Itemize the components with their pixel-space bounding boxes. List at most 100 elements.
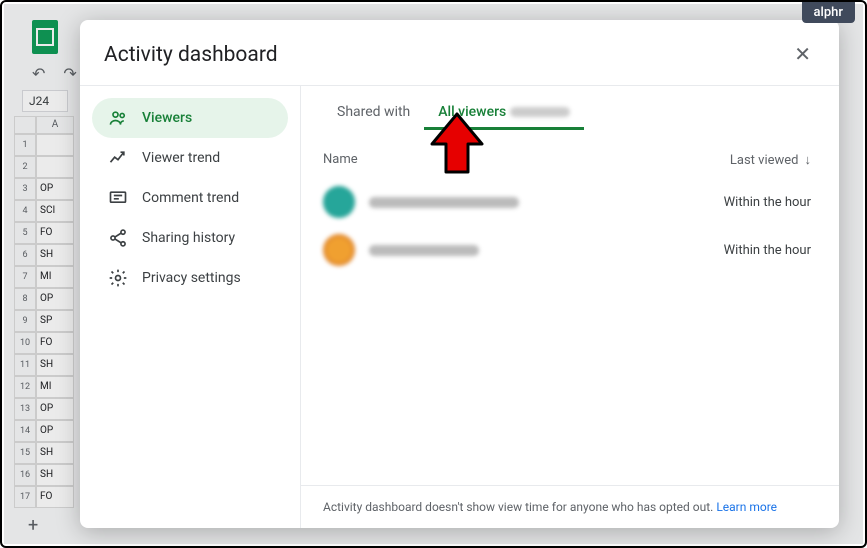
row-header[interactable]: 15 — [14, 442, 36, 464]
dialog-main: Shared with All viewers Name Last viewed… — [300, 86, 839, 528]
sidebar-item-sharing-history[interactable]: Sharing history — [92, 218, 288, 258]
row-header[interactable]: 2 — [14, 156, 36, 178]
row-header[interactable]: 12 — [14, 376, 36, 398]
redo-icon[interactable]: ↷ — [63, 64, 76, 83]
comment-icon — [108, 188, 128, 208]
row-header[interactable]: 11 — [14, 354, 36, 376]
sheet-row: 17FO — [14, 486, 74, 508]
sheet-row: 1 — [14, 134, 74, 156]
column-name-header[interactable]: Name — [323, 152, 730, 168]
cell[interactable]: SCI — [36, 200, 74, 222]
row-header[interactable]: 1 — [14, 134, 36, 156]
viewer-last-viewed: Within the hour — [724, 195, 811, 210]
row-header[interactable]: 9 — [14, 310, 36, 332]
spreadsheet-grid: A 123OP4SCI5FO6SH7MI8OP9SP10FO11SH12MI13… — [14, 116, 74, 508]
trend-icon — [108, 148, 128, 168]
cell[interactable]: OP — [36, 178, 74, 200]
sidebar-label: Viewers — [142, 110, 192, 126]
tab-all-viewers[interactable]: All viewers — [424, 96, 584, 130]
sheet-row: 3OP — [14, 178, 74, 200]
viewers-table-header: Name Last viewed ↓ — [301, 130, 839, 178]
redacted-text — [369, 245, 479, 256]
cell[interactable]: MI — [36, 376, 74, 398]
people-icon — [108, 108, 128, 128]
row-header[interactable]: 13 — [14, 398, 36, 420]
row-header[interactable]: 6 — [14, 244, 36, 266]
sheet-row: 14OP — [14, 420, 74, 442]
cell[interactable]: MI — [36, 266, 74, 288]
close-button[interactable]: ✕ — [790, 38, 815, 71]
watermark-badge: alphr — [802, 2, 855, 23]
redacted-text — [369, 197, 519, 208]
cell[interactable]: FO — [36, 222, 74, 244]
undo-icon[interactable]: ↶ — [32, 64, 45, 83]
avatar — [323, 234, 355, 266]
row-header[interactable]: 14 — [14, 420, 36, 442]
toolbar: ↶ ↷ — [32, 64, 77, 83]
sheet-row: 4SCI — [14, 200, 74, 222]
cell[interactable]: OP — [36, 288, 74, 310]
dialog-title: Activity dashboard — [104, 43, 278, 67]
cell[interactable]: OP — [36, 398, 74, 420]
sidebar-item-viewers[interactable]: Viewers — [92, 98, 288, 138]
viewer-name — [369, 197, 724, 208]
row-header[interactable]: 16 — [14, 464, 36, 486]
sidebar-label: Viewer trend — [142, 150, 220, 166]
tab-label: All viewers — [438, 104, 506, 120]
learn-more-link[interactable]: Learn more — [716, 500, 777, 514]
sheet-row: 16SH — [14, 464, 74, 486]
sheet-row: 9SP — [14, 310, 74, 332]
cell[interactable]: FO — [36, 486, 74, 508]
sheet-row: 11SH — [14, 354, 74, 376]
row-header[interactable]: 3 — [14, 178, 36, 200]
viewer-name — [369, 245, 724, 256]
share-icon — [108, 228, 128, 248]
sidebar-label: Comment trend — [142, 190, 239, 206]
column-label: Last viewed — [730, 153, 799, 168]
sidebar-label: Sharing history — [142, 230, 235, 246]
row-header[interactable]: 5 — [14, 222, 36, 244]
add-sheet-button[interactable]: + — [28, 515, 38, 536]
footer-text: Activity dashboard doesn't show view tim… — [323, 500, 716, 514]
activity-dashboard-dialog: Activity dashboard ✕ Viewers Viewer tren… — [80, 20, 839, 528]
cell[interactable]: OP — [36, 420, 74, 442]
gear-icon — [108, 268, 128, 288]
cell[interactable]: SH — [36, 464, 74, 486]
cell[interactable]: SH — [36, 354, 74, 376]
sheets-logo-icon — [32, 20, 58, 54]
sheet-row: 15SH — [14, 442, 74, 464]
cell[interactable]: SP — [36, 310, 74, 332]
viewer-row: Within the hour — [301, 226, 839, 274]
avatar — [323, 186, 355, 218]
cell[interactable]: SH — [36, 244, 74, 266]
name-box[interactable]: J24 — [22, 90, 68, 112]
cell[interactable]: SH — [36, 442, 74, 464]
sidebar-label: Privacy settings — [142, 270, 241, 286]
sheet-row: 5FO — [14, 222, 74, 244]
sidebar-item-comment-trend[interactable]: Comment trend — [92, 178, 288, 218]
sheet-row: 13OP — [14, 398, 74, 420]
sidebar-item-privacy-settings[interactable]: Privacy settings — [92, 258, 288, 298]
viewer-row: Within the hour — [301, 178, 839, 226]
sheet-row: 12MI — [14, 376, 74, 398]
row-header[interactable]: 4 — [14, 200, 36, 222]
tab-shared-with[interactable]: Shared with — [323, 96, 424, 130]
row-header[interactable]: 17 — [14, 486, 36, 508]
dialog-sidebar: Viewers Viewer trend Comment trend Shari… — [80, 86, 300, 528]
row-header[interactable]: 8 — [14, 288, 36, 310]
row-header[interactable]: 7 — [14, 266, 36, 288]
sidebar-item-viewer-trend[interactable]: Viewer trend — [92, 138, 288, 178]
sheet-row: 7MI — [14, 266, 74, 288]
sheet-row: 6SH — [14, 244, 74, 266]
cell[interactable] — [36, 156, 74, 178]
footer-note: Activity dashboard doesn't show view tim… — [301, 485, 839, 528]
redacted-text — [510, 107, 570, 117]
cell[interactable]: FO — [36, 332, 74, 354]
sheet-row: 2 — [14, 156, 74, 178]
cell[interactable] — [36, 134, 74, 156]
column-last-viewed-header[interactable]: Last viewed ↓ — [730, 152, 811, 168]
column-header[interactable]: A — [36, 116, 74, 134]
sheet-row: 10FO — [14, 332, 74, 354]
sheet-row: 8OP — [14, 288, 74, 310]
row-header[interactable]: 10 — [14, 332, 36, 354]
